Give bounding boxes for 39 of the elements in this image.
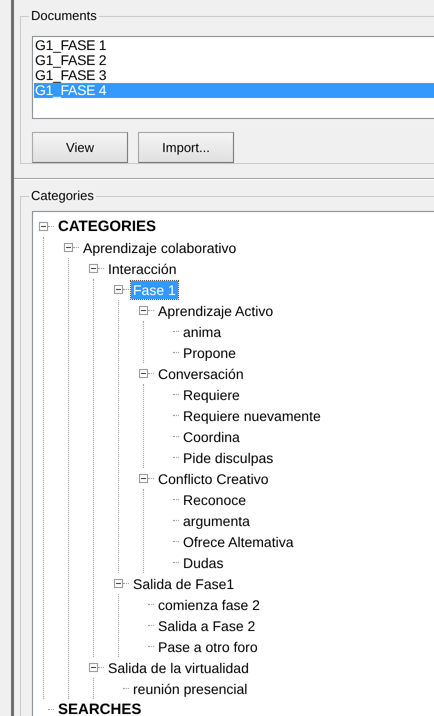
collapse-icon[interactable] bbox=[114, 579, 123, 588]
tree-item[interactable]: Pase a otro foro bbox=[156, 638, 260, 656]
tree-item[interactable]: Salida a Fase 2 bbox=[156, 616, 258, 634]
tree-item[interactable]: Reconoce bbox=[181, 490, 248, 508]
tree-item[interactable]: comienza fase 2 bbox=[156, 596, 262, 614]
tree-item[interactable]: Ofrece Altemativa bbox=[181, 532, 296, 550]
group-title: Categories bbox=[29, 188, 96, 203]
push-button[interactable]: Import... bbox=[138, 132, 234, 163]
tree-item[interactable]: Salida de Fase1 bbox=[131, 574, 236, 592]
tree-item[interactable]: Dudas bbox=[181, 554, 226, 572]
tree-item[interactable]: Conflicto Creativo bbox=[156, 470, 270, 488]
collapse-icon[interactable] bbox=[114, 285, 123, 294]
tree-item[interactable]: Conversación bbox=[156, 364, 246, 382]
tree-item[interactable]: argumenta bbox=[181, 512, 252, 530]
tree-item[interactable]: Coordina bbox=[181, 428, 242, 446]
tree-item[interactable]: CATEGORIES bbox=[56, 218, 158, 236]
collapse-icon[interactable] bbox=[64, 243, 73, 252]
collapse-icon[interactable] bbox=[39, 222, 48, 231]
tree-item[interactable]: Aprendizaje colaborativo bbox=[81, 238, 238, 256]
list-item[interactable]: G1_FASE 1 bbox=[34, 38, 434, 53]
tree-item[interactable]: Interacción bbox=[106, 260, 178, 278]
collapse-icon[interactable] bbox=[139, 306, 148, 315]
collapse-icon[interactable] bbox=[139, 474, 148, 483]
list-item[interactable]: G1_FASE 3 bbox=[34, 68, 434, 83]
tree-item[interactable]: Pide disculpas bbox=[181, 448, 276, 466]
collapse-icon[interactable] bbox=[89, 264, 98, 273]
list-item[interactable]: G1_FASE 2 bbox=[34, 53, 434, 68]
push-button[interactable]: View bbox=[32, 132, 128, 163]
tree-item[interactable]: reunión presencial bbox=[131, 680, 250, 698]
tree-item[interactable]: Requiere nuevamente bbox=[181, 406, 323, 424]
tree-item[interactable]: Requiere bbox=[181, 386, 242, 404]
collapse-icon[interactable] bbox=[89, 663, 98, 672]
tree-item[interactable]: Salida de la virtualidad bbox=[106, 658, 251, 676]
tree-item[interactable]: anima bbox=[181, 322, 224, 340]
collapse-icon[interactable] bbox=[139, 369, 148, 378]
tree-item[interactable]: Propone bbox=[181, 344, 238, 362]
tree-item[interactable]: Aprendizaje Activo bbox=[156, 302, 276, 320]
group-title: Documents bbox=[29, 8, 99, 23]
tree-item[interactable]: SEARCHES bbox=[56, 700, 144, 716]
